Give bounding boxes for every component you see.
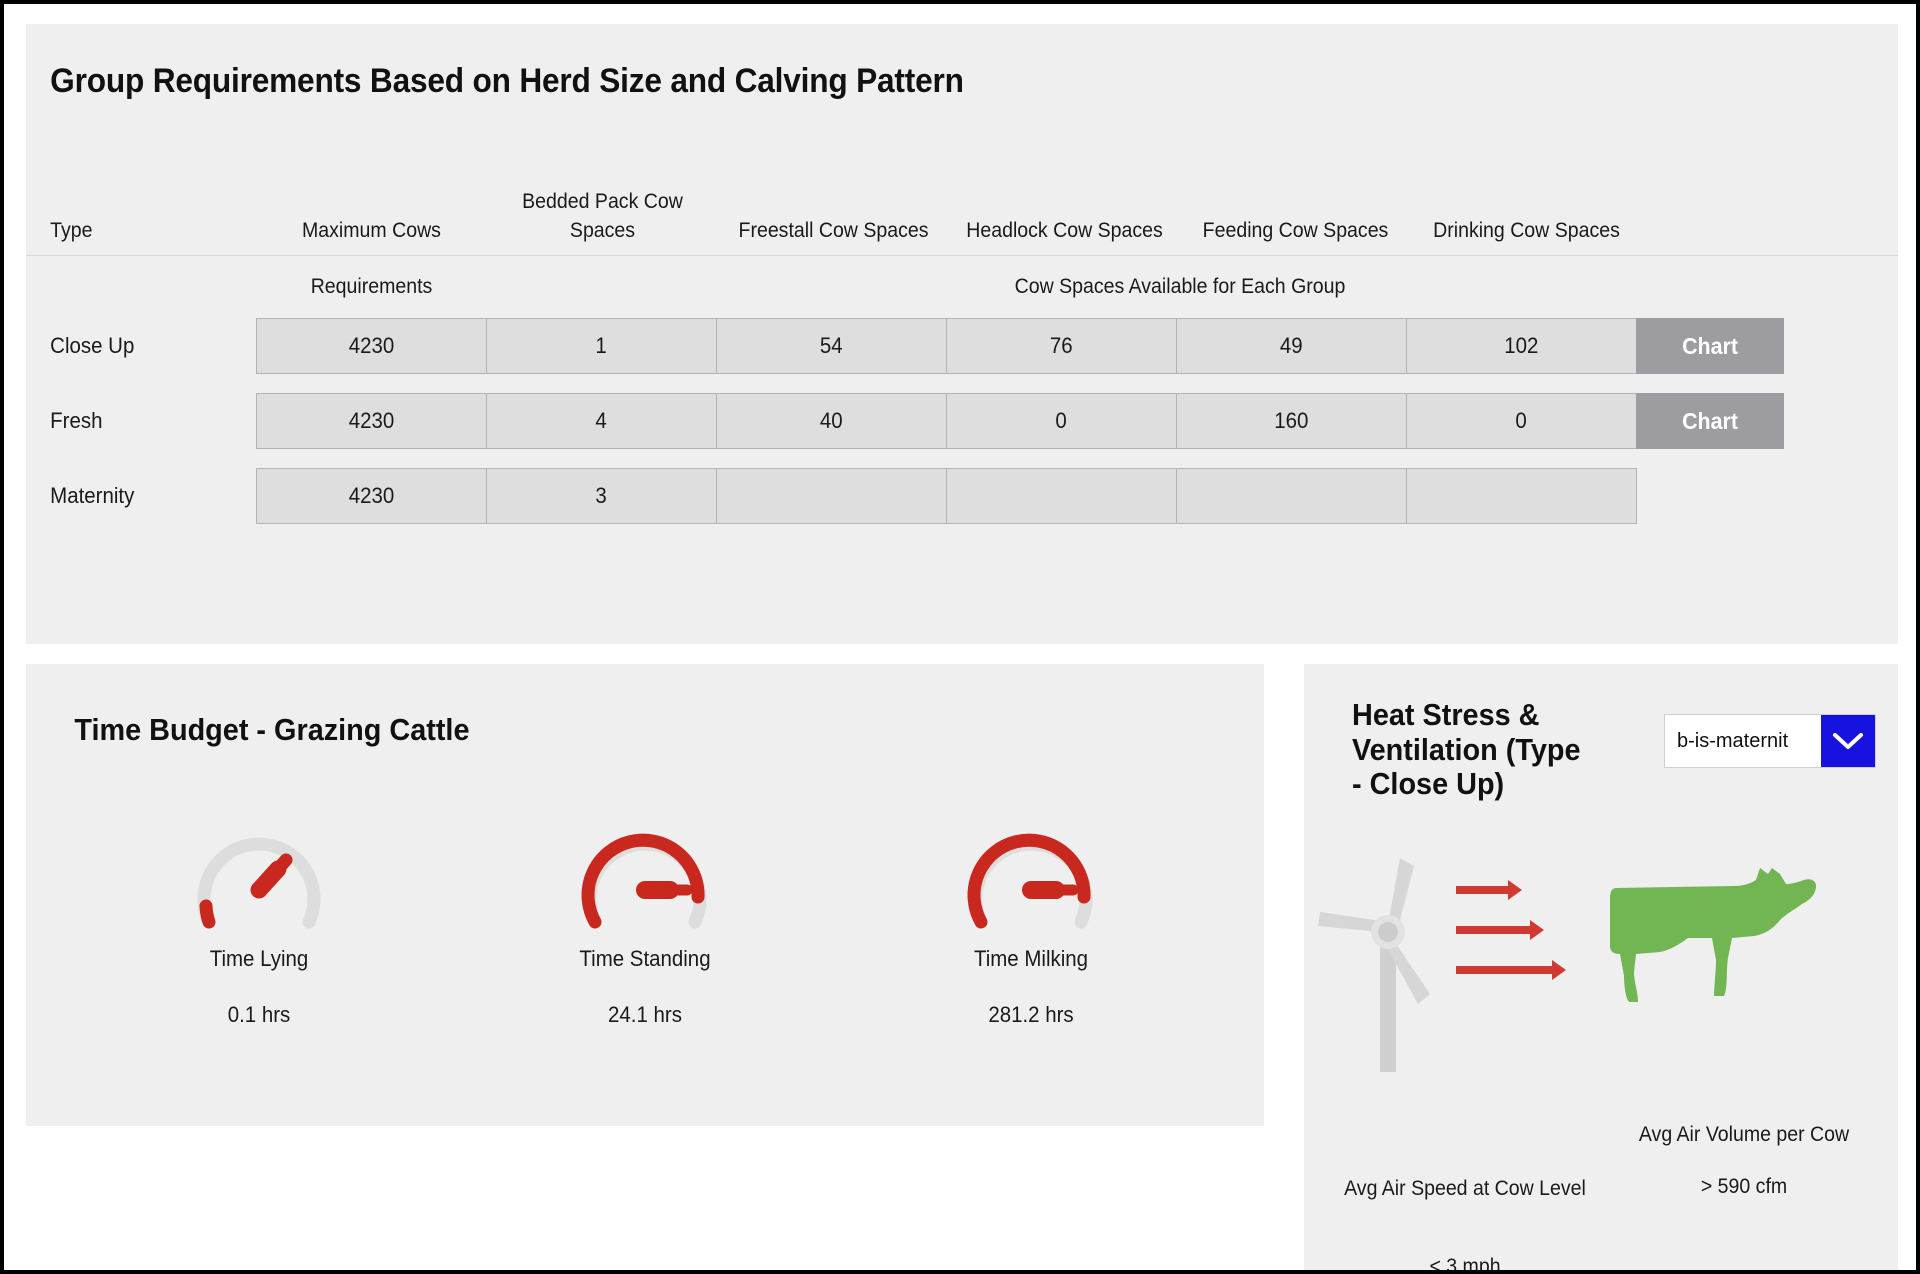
subheader-requirements: Requirements: [310, 275, 433, 298]
row-label-maternity: Maternity: [50, 483, 135, 508]
cell-value: 4230: [348, 333, 395, 358]
column-header-drinking: Drinking Cow Spaces: [1433, 218, 1620, 242]
cell-feeding: [1176, 468, 1407, 524]
row-label-close-up: Close Up: [50, 333, 135, 358]
row-label-fresh: Fresh: [50, 408, 103, 433]
table-row: Maternity 4230 3: [26, 468, 1898, 524]
cell-value: 4230: [348, 483, 395, 508]
cell-bedded-pack: 3: [486, 468, 717, 524]
heat-stress-panel: Heat Stress & Ventilation (Type - Close …: [1304, 664, 1898, 1270]
cell-value: 0: [1515, 408, 1528, 433]
chart-button-fresh[interactable]: Chart: [1636, 393, 1784, 449]
column-header-maximum-cows: Maximum Cows: [302, 218, 441, 242]
gauge-time-standing: Time Standing 24.1 hrs: [495, 798, 795, 1028]
table-row: Fresh 4230 4 40 0 160 0 Chart: [26, 393, 1898, 449]
cell-freestall: [716, 468, 947, 524]
cell-drinking: [1406, 468, 1637, 524]
gauge-time-lying: Time Lying 0.1 hrs: [109, 798, 409, 1028]
heat-stress-header: Heat Stress & Ventilation (Type - Close …: [1304, 664, 1898, 802]
cell-feeding: 49: [1176, 318, 1407, 374]
cell-value: 1: [595, 333, 608, 358]
chart-button-label: Chart: [1682, 407, 1738, 434]
column-header-freestall: Freestall Cow Spaces: [738, 218, 929, 242]
air-speed-value: < 3 mph: [1429, 1255, 1501, 1274]
cell-value: 3: [595, 483, 608, 508]
cell-value: 102: [1504, 333, 1539, 358]
subheader-available: Cow Spaces Available for Each Group: [1014, 275, 1346, 298]
chevron-down-icon[interactable]: [1821, 715, 1875, 767]
cell-value: 49: [1280, 333, 1303, 358]
air-speed-label: Avg Air Speed at Cow Level: [1344, 1177, 1586, 1201]
table-header-row: Type Maximum Cows Bedded Pack Cow Spaces…: [26, 146, 1898, 256]
air-speed-graphic: [1304, 842, 1604, 1077]
airflow-arrows-icon: [1456, 880, 1566, 981]
cell-maximum-cows: 4230: [256, 393, 487, 449]
app-root: Group Requirements Based on Herd Size an…: [0, 0, 1920, 1274]
cell-freestall: 54: [716, 318, 947, 374]
gauge-dial-icon: [581, 833, 707, 929]
cell-maximum-cows: 4230: [256, 318, 487, 374]
cell-feeding: 160: [1176, 393, 1407, 449]
cell-freestall: 40: [716, 393, 947, 449]
cell-bedded-pack: 4: [486, 393, 717, 449]
cell-headlock: 0: [946, 393, 1177, 449]
cell-headlock: [946, 468, 1177, 524]
gauge-value: 281.2 hrs: [988, 1002, 1074, 1027]
gauge-label: Time Milking: [973, 946, 1089, 971]
table-row: Close Up 4230 1 54 76 49 102 Chart: [26, 318, 1898, 374]
column-header-feeding: Feeding Cow Spaces: [1202, 218, 1389, 242]
cell-value: 4230: [348, 408, 395, 433]
gauge-dial-icon: [967, 833, 1093, 929]
column-header-type: Type: [50, 218, 93, 242]
cow-icon: [1610, 868, 1816, 1003]
type-select-dropdown[interactable]: b-is-maternit: [1664, 714, 1876, 768]
gauge-dial-icon: [197, 837, 321, 929]
gauge-group: Time Lying 0.1 hrs Time Standing 24.1 hr…: [26, 748, 1264, 1028]
cell-value: 76: [1050, 333, 1073, 358]
air-volume-label: Avg Air Volume per Cow: [1638, 1123, 1850, 1147]
column-header-headlock: Headlock Cow Spaces: [966, 218, 1163, 242]
requirements-table: Type Maximum Cows Bedded Pack Cow Spaces…: [26, 146, 1898, 543]
cell-value: 160: [1274, 408, 1309, 433]
cell-value: 0: [1055, 408, 1068, 433]
ventilation-graphics: Avg Air Speed at Cow Level < 3 mph Avg A…: [1304, 802, 1898, 1270]
gauge-label: Time Lying: [209, 946, 309, 971]
dropdown-value: b-is-maternit: [1677, 729, 1789, 752]
cell-value: 4: [595, 408, 608, 433]
group-requirements-panel: Group Requirements Based on Herd Size an…: [26, 24, 1898, 644]
cell-drinking: 102: [1406, 318, 1637, 374]
table-subheader-row: Requirements Cow Spaces Available for Ea…: [26, 256, 1898, 318]
time-budget-panel: Time Budget - Grazing Cattle Time Lying …: [26, 664, 1264, 1126]
gauge-value: 24.1 hrs: [608, 1002, 682, 1027]
cell-maximum-cows: 4230: [256, 468, 487, 524]
gauge-label: Time Standing: [579, 946, 711, 971]
chart-button-label: Chart: [1682, 332, 1738, 359]
air-volume-graphic: [1604, 842, 1898, 1015]
column-header-bedded-pack: Bedded Pack Cow Spaces: [522, 190, 683, 242]
cell-drinking: 0: [1406, 393, 1637, 449]
gauge-time-milking: Time Milking 281.2 hrs: [881, 798, 1181, 1028]
page-title: Group Requirements Based on Herd Size an…: [50, 62, 964, 100]
chart-button-close-up[interactable]: Chart: [1636, 318, 1784, 374]
chevron-down-glyph: [1833, 733, 1863, 749]
cell-headlock: 76: [946, 318, 1177, 374]
cell-bedded-pack: 1: [486, 318, 717, 374]
heat-stress-title: Heat Stress & Ventilation (Type - Close …: [1352, 697, 1581, 802]
gauge-value: 0.1 hrs: [227, 1002, 291, 1027]
cell-value: 54: [820, 333, 843, 358]
wind-turbine-icon: [1318, 858, 1566, 1073]
air-volume-value: > 590 cfm: [1700, 1175, 1788, 1199]
time-budget-title: Time Budget - Grazing Cattle: [74, 712, 470, 747]
cell-value: 40: [820, 408, 843, 433]
